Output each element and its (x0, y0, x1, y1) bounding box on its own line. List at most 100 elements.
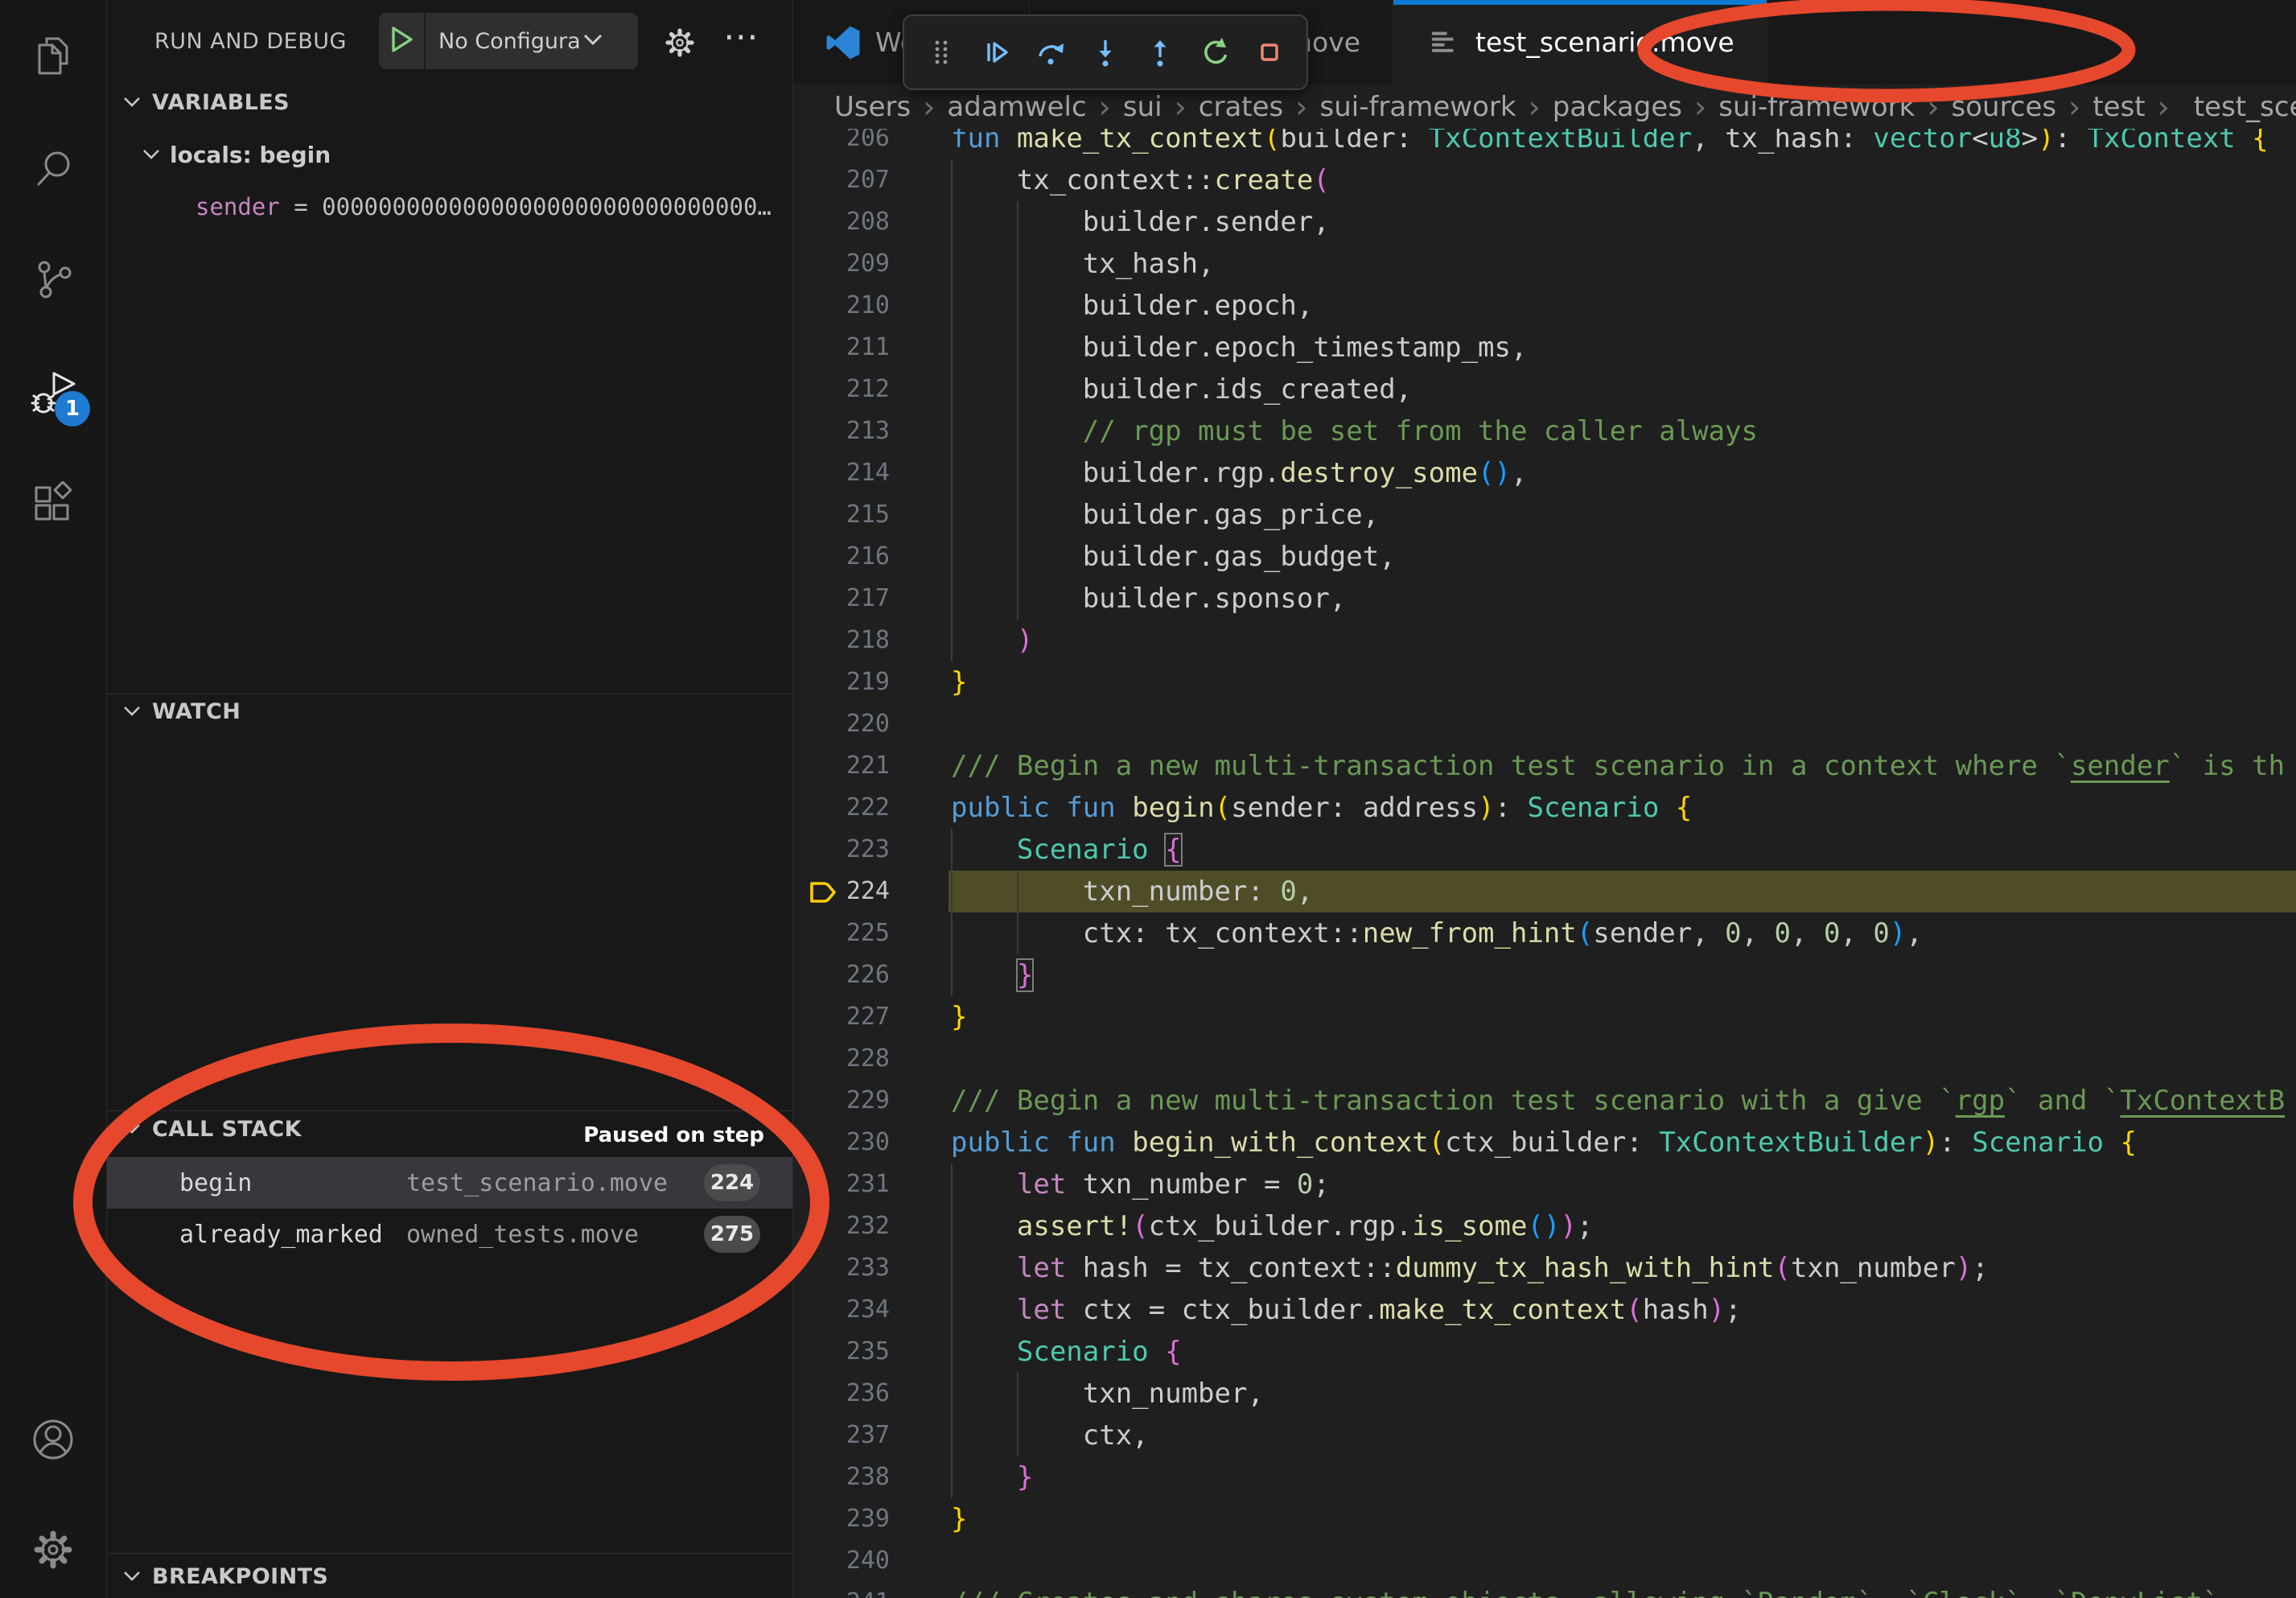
line-number[interactable]: 207 (793, 159, 890, 201)
line-number[interactable]: 226 (793, 954, 890, 996)
code-line-233[interactable]: 233 let hash = tx_context::dummy_tx_hash… (793, 1247, 2296, 1289)
line-number[interactable]: 211 (793, 327, 890, 369)
line-number[interactable]: 221 (793, 745, 890, 787)
breadcrumb-item[interactable]: packages (1553, 91, 1682, 123)
line-number[interactable]: 216 (793, 536, 890, 578)
line-number[interactable]: 217 (793, 578, 890, 620)
code-line-218[interactable]: 218 ) (793, 620, 2296, 661)
code-line-226[interactable]: 226 } (793, 954, 2296, 996)
variable-row[interactable]: sender = 0000000000000000000000000000000… (195, 193, 791, 220)
breadcrumb-item[interactable]: sui (1123, 91, 1162, 123)
debug-settings-gear-icon[interactable] (663, 26, 697, 60)
activity-item-search[interactable] (31, 146, 76, 191)
line-number[interactable]: 208 (793, 201, 890, 243)
line-number[interactable]: 213 (793, 410, 890, 452)
code-line-222[interactable]: 222public fun begin(sender: address): Sc… (793, 787, 2296, 829)
step-over-button[interactable] (1035, 36, 1067, 68)
line-number[interactable]: 236 (793, 1373, 890, 1415)
activity-item-extensions[interactable] (31, 481, 76, 526)
breadcrumb-item[interactable]: adamwelc (947, 91, 1086, 123)
line-number[interactable]: 234 (793, 1289, 890, 1331)
code-line-207[interactable]: 207 tx_context::create( (793, 159, 2296, 201)
line-number[interactable]: 237 (793, 1415, 890, 1456)
step-out-button[interactable] (1144, 36, 1176, 68)
launch-configuration-dropdown[interactable]: No Configura (379, 13, 638, 69)
breadcrumb-item[interactable]: sui-framework (1319, 91, 1516, 123)
variables-scope-row[interactable]: locals: begin (142, 142, 331, 168)
code-line-232[interactable]: 232 assert!(ctx_builder.rgp.is_some()); (793, 1205, 2296, 1247)
code-line-221[interactable]: 221/// Begin a new multi-transaction tes… (793, 745, 2296, 787)
line-number[interactable]: 239 (793, 1498, 890, 1540)
line-number[interactable]: 215 (793, 494, 890, 536)
code-line-237[interactable]: 237 ctx, (793, 1415, 2296, 1456)
line-number[interactable]: 219 (793, 661, 890, 703)
watch-section-header[interactable]: WATCH (123, 699, 241, 724)
code-line-208[interactable]: 208 builder.sender, (793, 201, 2296, 243)
breadcrumb-item[interactable]: sui-framework (1718, 91, 1915, 123)
code-line-239[interactable]: 239} (793, 1498, 2296, 1540)
code-line-230[interactable]: 230public fun begin_with_context(ctx_bui… (793, 1122, 2296, 1163)
line-number[interactable]: 230 (793, 1122, 890, 1163)
line-number[interactable]: 231 (793, 1163, 890, 1205)
activity-item-run-and-debug[interactable]: 1 (31, 370, 76, 415)
variables-section-header[interactable]: VARIABLES (123, 90, 290, 115)
line-number[interactable]: 210 (793, 285, 890, 327)
drag-gripper[interactable] (925, 36, 957, 68)
start-debugging-icon[interactable] (390, 26, 414, 56)
continue-button[interactable] (980, 36, 1012, 68)
code-line-220[interactable]: 220 (793, 703, 2296, 745)
code-line-229[interactable]: 229/// Begin a new multi-transaction tes… (793, 1080, 2296, 1122)
call-stack-section-header[interactable]: CALL STACK (123, 1117, 302, 1142)
code-line-225[interactable]: 225 ctx: tx_context::new_from_hint(sende… (793, 912, 2296, 954)
code-line-241[interactable]: 241/// Creates and shares system objects… (793, 1582, 2296, 1598)
activity-item-source-control[interactable] (31, 256, 76, 301)
stop-button[interactable] (1253, 36, 1286, 68)
breakpoints-section-header[interactable]: BREAKPOINTS (123, 1564, 328, 1589)
code-line-234[interactable]: 234 let ctx = ctx_builder.make_tx_contex… (793, 1289, 2296, 1331)
code-line-213[interactable]: 213 // rgp must be set from the caller a… (793, 410, 2296, 452)
line-number[interactable]: 224 (793, 871, 890, 912)
breadcrumb-file[interactable]: test_scenario.move (2194, 91, 2296, 123)
line-number[interactable]: 228 (793, 1038, 890, 1080)
line-number[interactable]: 227 (793, 996, 890, 1038)
code-line-217[interactable]: 217 builder.sponsor, (793, 578, 2296, 620)
line-number[interactable]: 214 (793, 452, 890, 494)
code-line-223[interactable]: 223 Scenario { (793, 829, 2296, 871)
code-line-238[interactable]: 238 } (793, 1456, 2296, 1498)
line-number[interactable]: 225 (793, 912, 890, 954)
code-line-212[interactable]: 212 builder.ids_created, (793, 369, 2296, 410)
code-line-216[interactable]: 216 builder.gas_budget, (793, 536, 2296, 578)
line-number[interactable]: 212 (793, 369, 890, 410)
code-line-215[interactable]: 215 builder.gas_price, (793, 494, 2296, 536)
line-number[interactable]: 222 (793, 787, 890, 829)
step-into-button[interactable] (1089, 36, 1121, 68)
tab-test-scenario-move[interactable]: test_scenario.move (1393, 0, 1767, 84)
code-line-219[interactable]: 219} (793, 661, 2296, 703)
line-number[interactable]: 233 (793, 1247, 890, 1289)
line-number[interactable]: 240 (793, 1540, 890, 1582)
breadcrumb-item[interactable]: test (2092, 91, 2145, 123)
breadcrumb-item[interactable]: sources (1952, 91, 2057, 123)
code-line-210[interactable]: 210 builder.epoch, (793, 285, 2296, 327)
more-actions-icon[interactable]: ⋯ (723, 16, 759, 57)
breadcrumb-item[interactable]: Users (834, 91, 911, 123)
activity-item-account[interactable] (31, 1417, 76, 1462)
code-line-231[interactable]: 231 let txn_number = 0; (793, 1163, 2296, 1205)
code-line-235[interactable]: 235 Scenario { (793, 1331, 2296, 1373)
activity-item-explorer[interactable] (31, 33, 76, 78)
code-line-228[interactable]: 228 (793, 1038, 2296, 1080)
line-number[interactable]: 209 (793, 243, 890, 285)
breadcrumb-item[interactable]: crates (1199, 91, 1283, 123)
line-number[interactable]: 238 (793, 1456, 890, 1498)
line-number[interactable]: 223 (793, 829, 890, 871)
code-line-209[interactable]: 209 tx_hash, (793, 243, 2296, 285)
line-number[interactable]: 232 (793, 1205, 890, 1247)
code-line-224[interactable]: 224 txn_number: 0, (793, 871, 2296, 912)
line-number[interactable]: 241 (793, 1582, 890, 1598)
code-line-214[interactable]: 214 builder.rgp.destroy_some(), (793, 452, 2296, 494)
line-number[interactable]: 229 (793, 1080, 890, 1122)
line-number[interactable]: 220 (793, 703, 890, 745)
code-line-240[interactable]: 240 (793, 1540, 2296, 1582)
code-line-236[interactable]: 236 txn_number, (793, 1373, 2296, 1415)
code-line-227[interactable]: 227} (793, 996, 2296, 1038)
